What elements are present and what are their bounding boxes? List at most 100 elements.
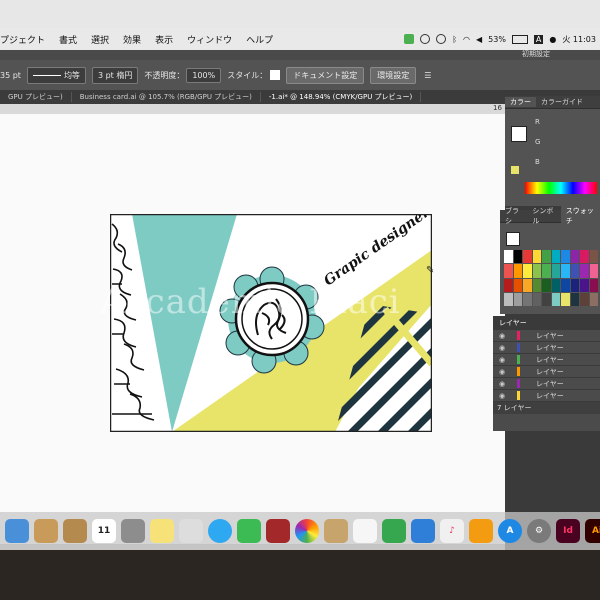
tab-brushes[interactable]: ブラシ [500,206,527,226]
layer-row[interactable]: ◉ レイヤー [493,378,600,390]
calendar-day: 11 [97,526,111,536]
workspace-selector[interactable]: 初期設定 [522,49,550,59]
layer-name[interactable]: レイヤー [536,331,564,341]
sync-icon[interactable] [436,34,447,44]
tab-symbols[interactable]: シンボル [527,206,560,226]
layer-name[interactable]: レイヤー [536,391,564,401]
folder-icon[interactable] [34,519,58,543]
indesign-icon[interactable]: Id [556,519,580,543]
layer-row[interactable]: ◉ レイヤー [493,390,600,402]
color-panel-header: カラー カラーガイド [505,96,600,109]
layer-row[interactable]: ◉ レイヤー [493,354,600,366]
swatch-grid[interactable] [504,250,598,306]
layer-row[interactable]: ◉ レイヤー [493,330,600,342]
stroke-line-icon [32,74,61,76]
eye-icon[interactable]: ◉ [499,368,507,376]
ruler-mark: 16 [493,104,502,112]
preferences-button[interactable]: 環境設定 [370,66,417,84]
eye-icon[interactable]: ◉ [499,380,507,388]
calendar-icon[interactable]: 11 [92,519,116,543]
facetime-icon[interactable] [237,519,261,543]
stroke-style-select[interactable]: 均等 [26,66,86,84]
layer-name[interactable]: レイヤー [536,343,564,353]
eye-icon[interactable]: ◉ [499,332,507,340]
illustrator-icon[interactable]: Ai [585,519,600,543]
layer-name[interactable]: レイヤー [536,367,564,377]
indesign-label: Id [563,526,573,536]
volume-icon[interactable]: ◀ [476,35,482,44]
tab-color[interactable]: カラー [505,97,536,107]
tab-active-document[interactable]: -1.ai* @ 148.94% (CMYK/GPU プレビュー) [261,92,422,102]
menu-type[interactable]: 書式 [59,33,77,46]
menu-window[interactable]: ウィンドウ [187,33,232,46]
tab-document-1[interactable]: GPU プレビュー) [0,92,72,102]
keynote-icon[interactable] [411,519,435,543]
layer-row[interactable]: ◉ レイヤー [493,366,600,378]
color-b-label: B [535,158,540,166]
layers-panel: レイヤー ◉ レイヤー ◉ レイヤー ◉ レイヤー ◉ レイヤー ◉ レイヤー ◉ レイヤー… [493,316,600,431]
arrange-icon[interactable]: ☰ [424,71,431,80]
app-store-icon[interactable]: A [498,519,522,543]
status-area: ᛒ ◠ ◀ 53% A ● 火 11:03 [404,28,596,50]
messages-icon[interactable] [208,519,232,543]
style-label: スタイル： [227,70,268,80]
wifi-icon[interactable]: ◠ [463,35,470,44]
style-swatch[interactable] [270,70,281,80]
menu-project[interactable]: プジェクト [0,33,45,46]
color-g-label: G [535,138,541,146]
system-preferences-icon[interactable]: ⚙ [527,519,551,543]
photos-viewer-icon[interactable] [121,519,145,543]
books-icon[interactable] [469,519,493,543]
photo-booth-icon[interactable] [266,519,290,543]
contacts-icon[interactable] [324,519,348,543]
watermark: Accademia Riaci [100,282,401,322]
color-swatch-yellow[interactable] [511,166,519,174]
eye-icon[interactable]: ◉ [499,392,507,400]
input-source-icon[interactable]: A [533,34,544,44]
color-r-label: R [535,118,540,126]
layers-count: 7 レイヤー [497,404,532,412]
stroke-size[interactable]: 35 pt [0,71,21,80]
menu-select[interactable]: 選択 [91,33,109,46]
eye-icon[interactable]: ◉ [499,344,507,352]
menu-effect[interactable]: 効果 [123,33,141,46]
layer-name[interactable]: レイヤー [536,355,564,365]
battery-label[interactable]: 53% [488,35,506,44]
battery-icon[interactable] [511,34,528,44]
cloud-icon[interactable] [404,34,415,44]
tab-business-card[interactable]: Business card.ai @ 105.7% (RGB/GPU プレビュー… [72,92,261,102]
control-bar: 35 pt 均等 3 pt 楕円 不透明度： 100% スタイル： ドキュメント… [0,60,600,90]
notes-icon[interactable] [150,519,174,543]
opacity-input[interactable]: 100% [186,67,222,83]
tab-color-guide[interactable]: カラーガイド [536,97,588,107]
brush-select[interactable]: 3 pt 楕円 [91,66,139,84]
pen-cursor-icon: ✎ [426,265,435,276]
tab-swatches[interactable]: スウォッチ [560,206,600,226]
photos-icon[interactable] [295,519,319,543]
pages-icon[interactable] [353,519,377,543]
clock[interactable]: 火 11:03 [562,34,596,45]
eye-icon[interactable]: ◉ [499,356,507,364]
screen: プジェクト 書式 選択 効果 表示 ウィンドウ ヘルプ ᛒ ◠ ◀ 53% A … [0,0,600,550]
layers-panel-footer: 7 レイヤー [493,402,600,414]
music-icon[interactable]: ♪ [440,519,464,543]
document-tabs: GPU プレビュー) Business card.ai @ 105.7% (RG… [0,90,505,104]
user-icon[interactable]: ● [549,35,556,44]
fill-stroke-icon[interactable] [511,126,527,142]
layer-row[interactable]: ◉ レイヤー [493,342,600,354]
artboard[interactable]: Grapic designer [110,214,432,432]
menu-help[interactable]: ヘルプ [246,33,273,46]
menu-view[interactable]: 表示 [155,33,173,46]
finder-icon[interactable] [5,519,29,543]
layer-name[interactable]: レイヤー [536,379,564,389]
none-swatch-icon[interactable] [506,232,520,246]
color-spectrum[interactable] [525,182,597,194]
layers-panel-title[interactable]: レイヤー [499,318,527,328]
stickies-icon[interactable] [179,519,203,543]
numbers-icon[interactable] [382,519,406,543]
bluetooth-icon[interactable]: ᛒ [452,35,457,44]
menubar: プジェクト 書式 選択 効果 表示 ウィンドウ ヘルプ ᛒ ◠ ◀ 53% A … [0,28,600,50]
document-setup-button[interactable]: ドキュメント設定 [286,66,365,84]
creative-cloud-icon[interactable] [420,34,431,44]
archive-icon[interactable] [63,519,87,543]
